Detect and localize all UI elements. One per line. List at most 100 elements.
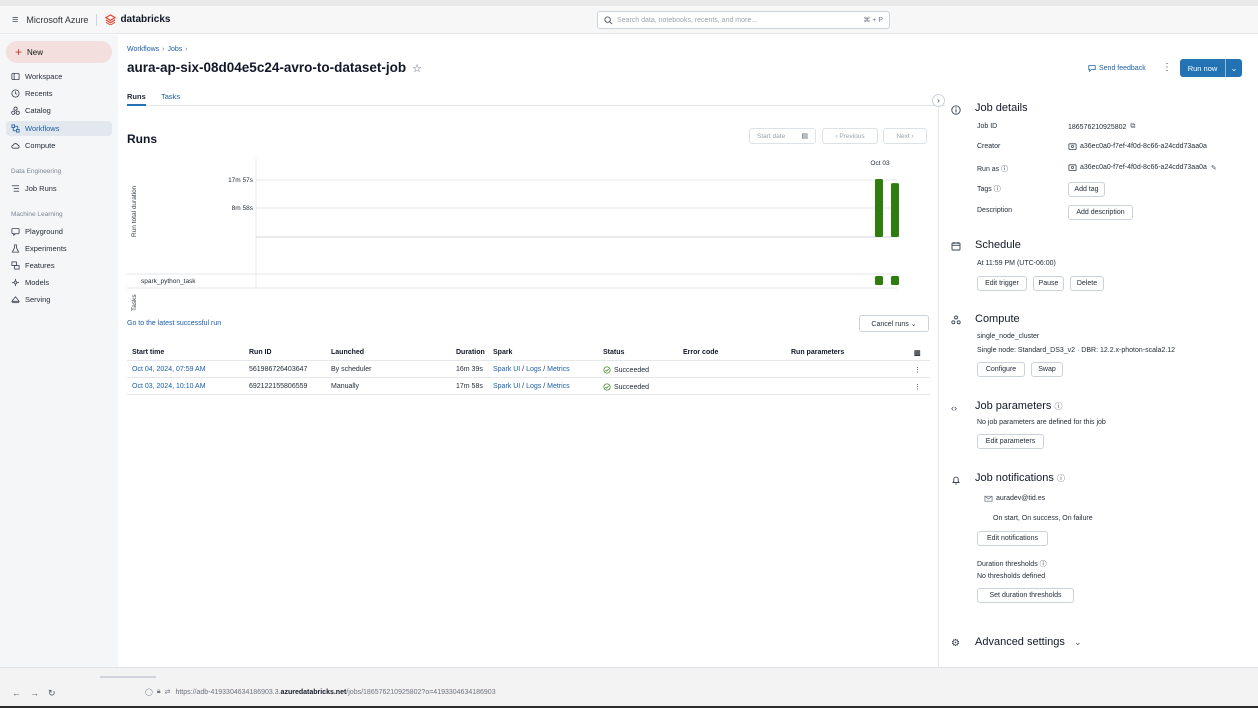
- tab-tasks[interactable]: Tasks: [161, 92, 180, 101]
- breadcrumb-workflows[interactable]: Workflows: [127, 46, 159, 53]
- y-tick-label: 17m 57s: [228, 177, 254, 184]
- url-field[interactable]: ◯ 🔒︎ ⇄ https://adb-4193304634186903.3. az…: [145, 688, 496, 696]
- duration-thresholds-empty: No thresholds defined: [977, 573, 1046, 580]
- metrics-link[interactable]: Metrics: [547, 383, 570, 390]
- sidebar-item-job-runs[interactable]: Job Runs: [6, 181, 112, 196]
- duration-bar[interactable]: [891, 183, 899, 237]
- top-bar: ≡ Microsoft Azure databricks Search data…: [0, 6, 1258, 34]
- notification-email-row: auradev@tid.es: [984, 494, 1045, 503]
- breadcrumb: Workflows › Jobs ›: [127, 46, 188, 53]
- duration-thresholds-text: Duration thresholds: [977, 561, 1038, 568]
- column-header[interactable]: Spark: [493, 349, 512, 356]
- spark-ui-link[interactable]: Spark UI: [493, 366, 520, 373]
- browser-tab-indicator: [100, 676, 156, 678]
- site-settings-icon[interactable]: ⇄: [165, 688, 171, 696]
- info-icon[interactable]: ⓘ: [1040, 561, 1047, 568]
- cloud-icon: [11, 141, 20, 150]
- start-time-link[interactable]: Oct 04, 2024, 07:59 AM: [132, 366, 206, 373]
- tab-bar: Runs Tasks: [127, 90, 945, 106]
- table-row[interactable]: Oct 04, 2024, 07:59 AM 561986726403647 B…: [127, 361, 930, 378]
- set-duration-thresholds-button[interactable]: Set duration thresholds: [977, 588, 1074, 603]
- url-host: azuredatabricks.net: [280, 688, 347, 696]
- row-menu-icon[interactable]: ⋮: [914, 366, 921, 374]
- add-tag-button[interactable]: Add tag: [1068, 182, 1105, 197]
- breadcrumb-jobs[interactable]: Jobs: [168, 46, 183, 53]
- row-menu-icon[interactable]: ⋮: [914, 383, 921, 391]
- logs-link[interactable]: Logs: [526, 366, 541, 373]
- sidebar-item-experiments[interactable]: Experiments: [6, 241, 112, 256]
- sidebar-item-models[interactable]: Models: [6, 275, 112, 290]
- star-icon[interactable]: ☆: [412, 63, 422, 75]
- reload-icon[interactable]: ↻: [48, 688, 65, 698]
- forward-arrow-icon[interactable]: →: [30, 688, 48, 698]
- column-header[interactable]: Run ID: [249, 349, 272, 356]
- task-status-cell[interactable]: [875, 276, 883, 285]
- column-header[interactable]: Launched: [331, 349, 364, 356]
- chevron-down-icon[interactable]: ⌄: [1074, 637, 1082, 647]
- search-input[interactable]: Search data, notebooks, recents, and mor…: [597, 11, 890, 29]
- sidebar-item-catalog[interactable]: Catalog: [6, 103, 112, 118]
- tab-runs[interactable]: Runs: [127, 92, 146, 106]
- sidebar-item-workflows[interactable]: Workflows: [6, 121, 112, 136]
- cluster-name: single_node_cluster: [977, 333, 1040, 340]
- info-icon[interactable]: ⓘ: [994, 186, 1001, 193]
- job-parameters-empty: No job parameters are defined for this j…: [977, 419, 1106, 426]
- info-icon[interactable]: ⓘ: [1001, 166, 1008, 173]
- column-header[interactable]: Run parameters: [791, 349, 844, 356]
- info-icon[interactable]: ⓘ: [1057, 474, 1065, 483]
- sidebar-item-workspace[interactable]: Workspace: [6, 69, 112, 84]
- latest-successful-run-link[interactable]: Go to the latest successful run: [127, 320, 221, 327]
- logs-link[interactable]: Logs: [526, 383, 541, 390]
- databricks-brand[interactable]: databricks: [120, 14, 170, 25]
- metrics-link[interactable]: Metrics: [547, 366, 570, 373]
- creator: a36ec0a0-f7ef-4f0d-8c66-a24cdd73aa0a: [1080, 143, 1207, 150]
- url-prefix: https://adb-4193304634186903.3.: [175, 688, 281, 696]
- job-details-panel: Job details Job ID 186576210925802 ⧉ Crea…: [947, 35, 1258, 667]
- notification-email: auradev@tid.es: [996, 495, 1046, 502]
- spark-ui-link[interactable]: Spark UI: [493, 383, 520, 390]
- add-description-button[interactable]: Add description: [1068, 205, 1133, 220]
- runs-table: Start time Run ID Launched Duration Spar…: [127, 344, 930, 395]
- sidebar-item-compute[interactable]: Compute: [6, 138, 112, 153]
- back-arrow-icon[interactable]: ←: [12, 688, 30, 698]
- delete-button[interactable]: Delete: [1070, 276, 1104, 291]
- previous-button[interactable]: ‹ Previous: [822, 128, 878, 144]
- next-button[interactable]: Next ›: [883, 128, 927, 144]
- column-header[interactable]: Error code: [683, 349, 718, 356]
- advanced-settings-toggle[interactable]: Advanced settings ⌄: [975, 636, 1082, 648]
- swap-button[interactable]: Swap: [1031, 362, 1063, 377]
- start-date-picker[interactable]: Start date ▤: [749, 128, 816, 144]
- task-status-cell[interactable]: [891, 276, 899, 285]
- column-header[interactable]: Start time: [132, 349, 164, 356]
- start-time-link[interactable]: Oct 03, 2024, 10:10 AM: [132, 383, 206, 390]
- schedule-title: Schedule: [975, 239, 1021, 251]
- configure-button[interactable]: Configure: [977, 362, 1025, 377]
- edit-pencil-icon[interactable]: ✎: [1211, 164, 1217, 172]
- edit-parameters-button[interactable]: Edit parameters: [977, 434, 1044, 449]
- pause-button[interactable]: Pause: [1033, 276, 1064, 291]
- info-icon[interactable]: ⓘ: [1055, 402, 1063, 411]
- sidebar-item-serving[interactable]: Serving: [6, 292, 112, 307]
- cancel-runs-button[interactable]: Cancel runs ⌄: [859, 315, 929, 332]
- copy-icon[interactable]: ⧉: [1130, 123, 1135, 131]
- catalog-icon: [11, 106, 20, 115]
- column-header[interactable]: Status: [603, 349, 624, 356]
- mail-icon: [984, 495, 993, 502]
- sidebar-item-recents[interactable]: Recents: [6, 86, 112, 101]
- new-button[interactable]: + New: [6, 41, 112, 63]
- sidebar-item-label: Workspace: [25, 72, 63, 81]
- hamburger-menu-icon[interactable]: ≡: [12, 14, 18, 26]
- edit-notifications-button[interactable]: Edit notifications: [977, 531, 1048, 546]
- url-path: /jobs/186576210925802?o=4193304634186903: [346, 688, 496, 696]
- column-header[interactable]: Duration: [456, 349, 485, 356]
- column-picker-icon[interactable]: ▥: [914, 349, 921, 357]
- sidebar-item-playground[interactable]: Playground: [6, 224, 112, 239]
- table-row[interactable]: Oct 03, 2024, 10:10 AM 692122155806559 M…: [127, 378, 930, 395]
- duration-bar[interactable]: [875, 179, 883, 237]
- calendar-icon: ▤: [801, 133, 808, 140]
- sidebar-item-features[interactable]: Features: [6, 258, 112, 273]
- serving-icon: [11, 295, 20, 304]
- launched: Manually: [331, 383, 360, 390]
- job-notifications-title: Job notifications ⓘ: [975, 472, 1065, 484]
- edit-trigger-button[interactable]: Edit trigger: [977, 276, 1027, 291]
